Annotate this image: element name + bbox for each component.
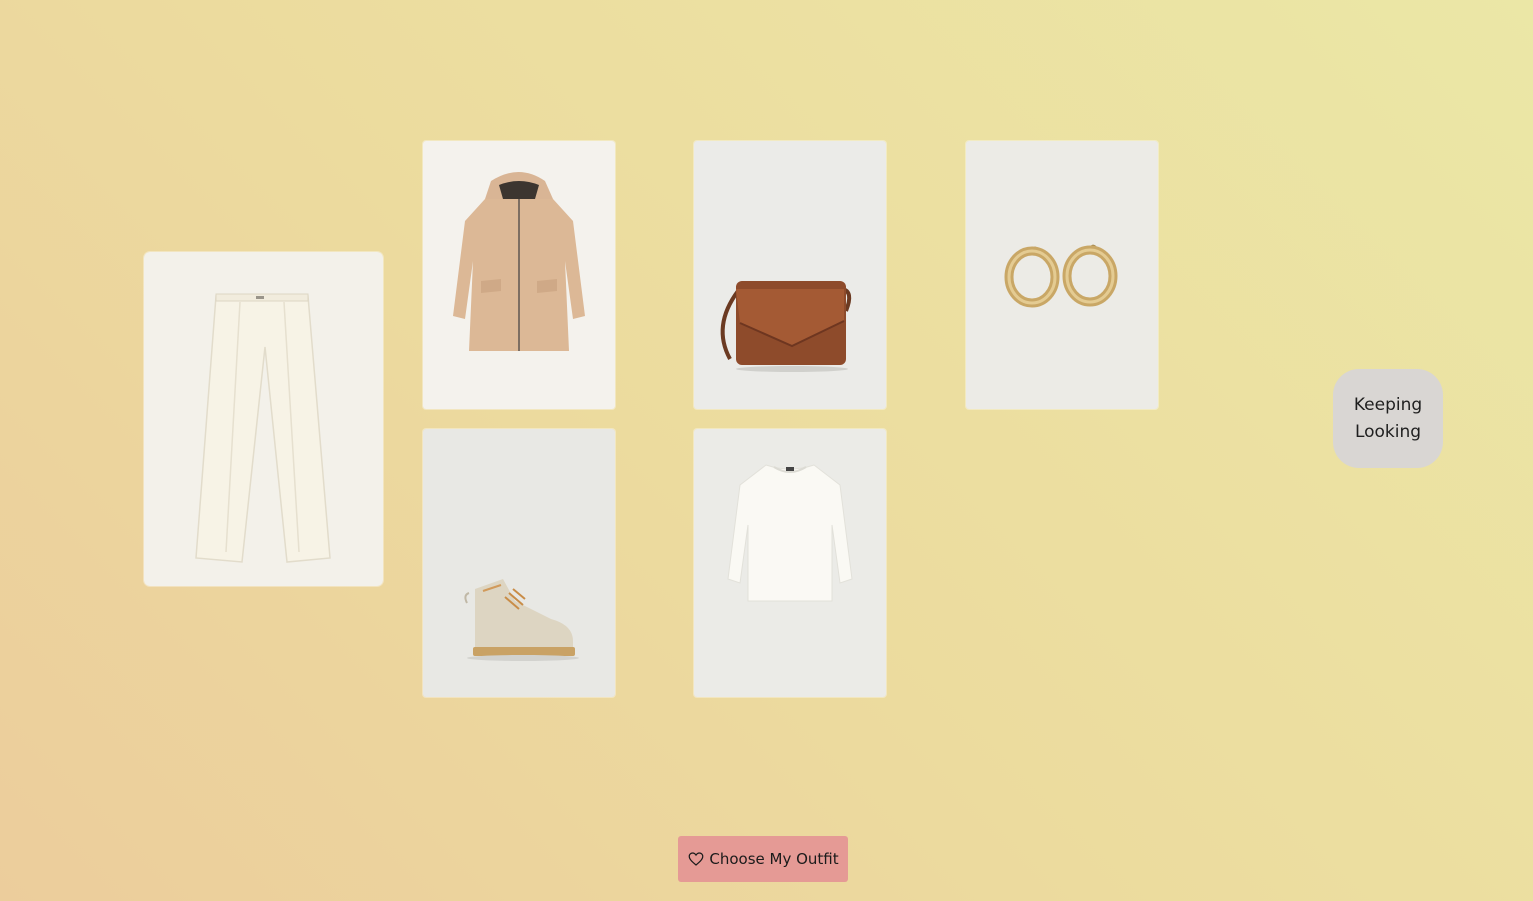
wide-leg-trousers-image <box>144 252 383 586</box>
item-card-coat[interactable] <box>423 141 615 409</box>
choose-outfit-label: Choose My Outfit <box>709 850 839 868</box>
keep-looking-button[interactable]: Keeping Looking <box>1333 369 1443 468</box>
choose-outfit-button[interactable]: Choose My Outfit <box>678 836 848 882</box>
item-card-bag[interactable] <box>694 141 886 409</box>
white-sweater-image <box>694 429 886 697</box>
hooded-coat-image <box>423 141 615 409</box>
gold-hoop-earrings-image <box>966 141 1158 409</box>
item-card-boots[interactable] <box>423 429 615 697</box>
item-card-pants[interactable] <box>144 252 383 586</box>
leather-crossbody-bag-image <box>694 141 886 409</box>
heart-icon <box>689 852 704 866</box>
lace-up-boots-image <box>423 429 615 697</box>
item-card-sweater[interactable] <box>694 429 886 697</box>
item-card-earrings[interactable] <box>966 141 1158 409</box>
